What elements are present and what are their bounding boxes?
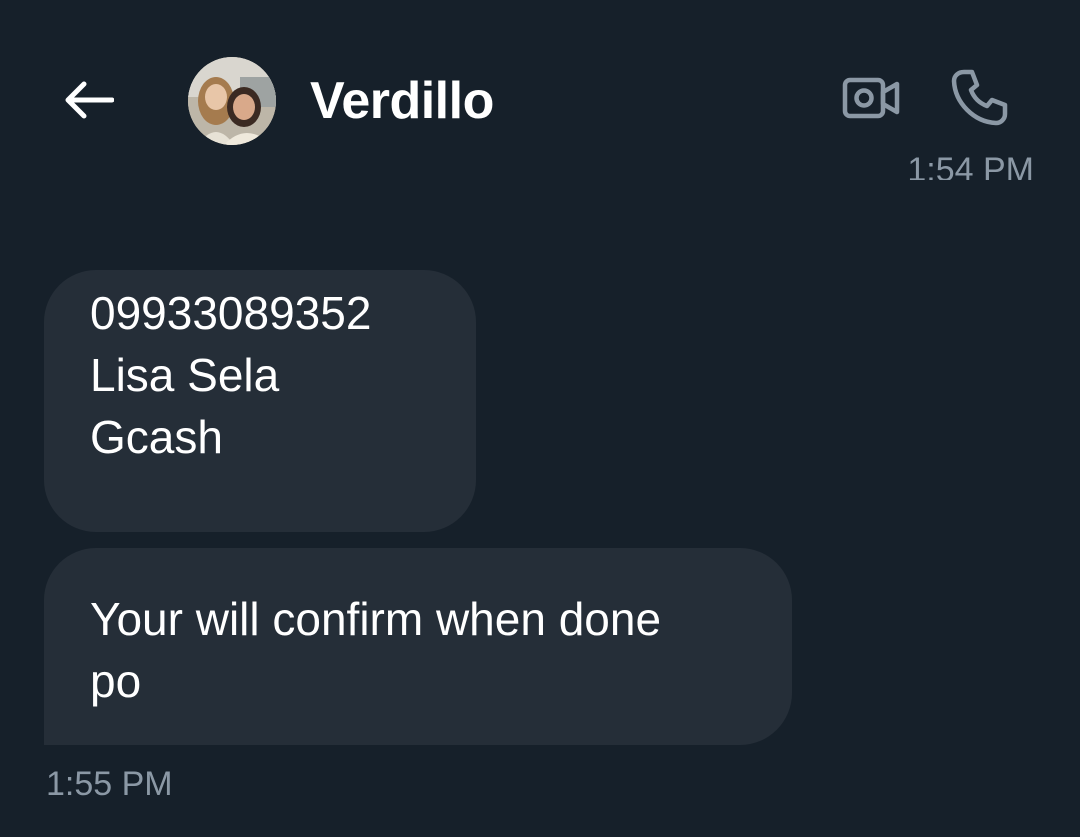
phone-icon <box>950 68 1008 131</box>
message-line: Lisa Sela <box>90 349 280 401</box>
message-line: po <box>90 655 142 707</box>
message-timestamp: 1:54 PM <box>907 151 1034 180</box>
video-call-button[interactable] <box>838 70 904 130</box>
message-line: Your will confirm when done <box>90 593 662 645</box>
voice-call-button[interactable] <box>946 66 1012 132</box>
message-bubble[interactable]: Your will confirm when done po <box>44 548 792 745</box>
message-bubble[interactable]: 09933089352 Lisa Sela Gcash <box>44 270 476 532</box>
contact-name[interactable]: Verdillo <box>310 70 494 132</box>
arrow-left-icon <box>62 80 115 125</box>
avatar[interactable] <box>188 57 276 145</box>
message-line: 09933089352 <box>90 287 372 339</box>
message-timestamp: 1:55 PM <box>46 765 173 803</box>
back-button[interactable] <box>58 72 118 132</box>
video-camera-icon <box>842 76 900 125</box>
message-line: Gcash <box>90 411 223 463</box>
